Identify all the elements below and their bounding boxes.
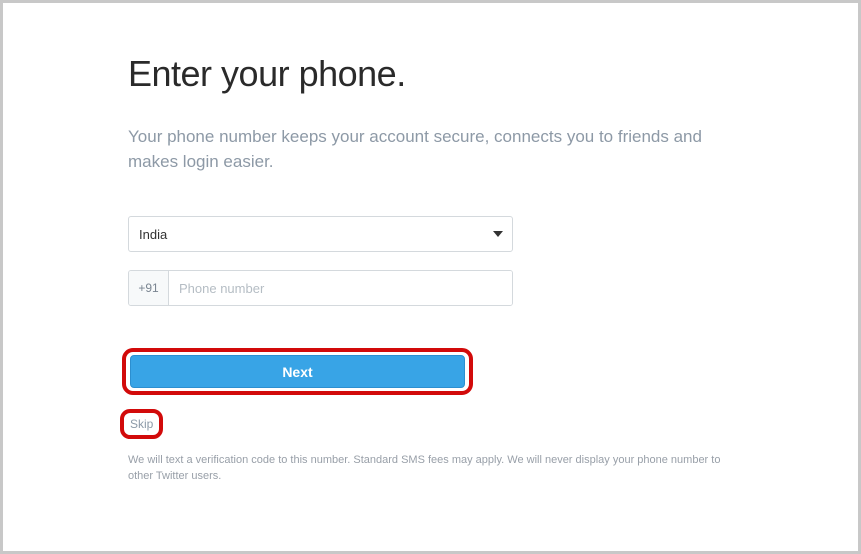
phone-row: +91 bbox=[128, 270, 858, 306]
country-select[interactable]: India bbox=[128, 216, 513, 252]
page-title: Enter your phone. bbox=[128, 53, 858, 95]
highlight-next-annotation: Next bbox=[122, 348, 473, 395]
phone-input[interactable] bbox=[169, 271, 512, 305]
phone-prefix: +91 bbox=[129, 271, 169, 305]
signup-phone-step: Enter your phone. Your phone number keep… bbox=[0, 0, 861, 554]
skip-link[interactable]: Skip bbox=[130, 417, 153, 431]
country-row: India bbox=[128, 216, 858, 252]
page-subtitle: Your phone number keeps your account sec… bbox=[128, 125, 738, 174]
disclaimer-text: We will text a verification code to this… bbox=[128, 453, 748, 485]
highlight-skip-annotation: Skip bbox=[120, 409, 163, 439]
country-select-value: India bbox=[139, 227, 167, 242]
phone-input-group: +91 bbox=[128, 270, 513, 306]
next-button[interactable]: Next bbox=[130, 355, 465, 388]
